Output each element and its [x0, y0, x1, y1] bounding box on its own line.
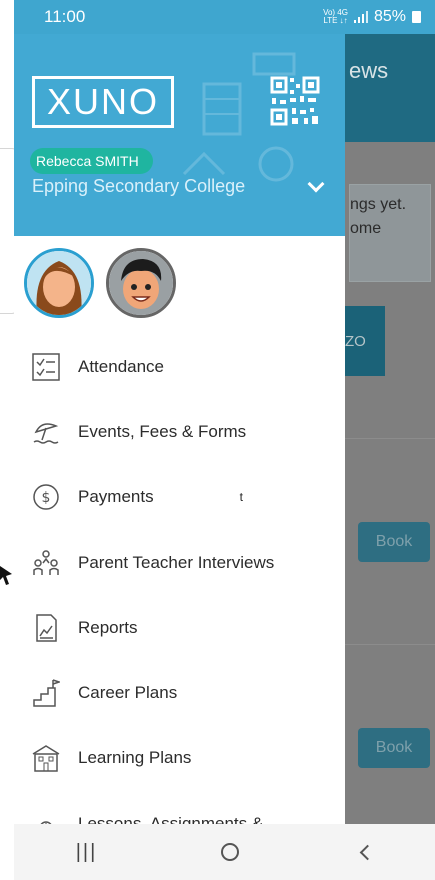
- navigation-drawer: XUNO Rebecca SMITH Epping Secondary Coll…: [14, 34, 345, 824]
- menu-label: Parent Teacher Interviews: [78, 552, 275, 572]
- student-avatar-girl[interactable]: [24, 248, 94, 318]
- menu-label: Attendance: [78, 356, 165, 376]
- school-selector[interactable]: Epping Secondary College: [32, 175, 332, 197]
- menu-item-payments[interactable]: $ Payments t: [14, 465, 345, 530]
- steps-flag-icon: [30, 677, 62, 709]
- drawer-menu: Attendance Events, Fees & Forms $ Paymen…: [14, 334, 345, 824]
- student-avatar-boy[interactable]: [106, 248, 176, 318]
- qr-code-icon[interactable]: [270, 76, 320, 126]
- signal-icon: [353, 11, 368, 23]
- menu-item-learning-plans[interactable]: Learning Plans: [14, 726, 345, 791]
- chevron-down-icon: [307, 175, 325, 192]
- background-button: ZO: [345, 306, 385, 376]
- people-group-icon: [30, 547, 62, 579]
- school-building-icon: [30, 742, 62, 774]
- xuno-logo: XUNO: [32, 76, 174, 128]
- left-edge: [0, 0, 14, 880]
- menu-label: Career Plans: [78, 683, 178, 703]
- menu-item-reports[interactable]: Reports: [14, 595, 345, 660]
- background-card: ngs yet. ome: [349, 184, 431, 282]
- back-button[interactable]: [359, 844, 376, 860]
- battery-icon: [412, 11, 421, 23]
- background-book-button: Book: [358, 728, 430, 768]
- background-app-overlay[interactable]: ews ngs yet. ome ZO Book Book: [345, 34, 435, 824]
- menu-label: Events, Fees & Forms: [78, 421, 247, 441]
- menu-item-career-plans[interactable]: Career Plans: [14, 660, 345, 725]
- menu-label: Lessons, Assignments &: [78, 813, 264, 824]
- svg-text:$: $: [42, 490, 51, 506]
- status-time: 11:00: [44, 7, 86, 26]
- background-divider: [345, 644, 435, 645]
- background-header: ews: [345, 34, 435, 142]
- background-book-button: Book: [358, 522, 430, 562]
- recent-apps-button[interactable]: |||: [76, 841, 98, 864]
- menu-item-parent-teacher-interviews[interactable]: Parent Teacher Interviews: [14, 530, 345, 595]
- school-name: Epping Secondary College: [32, 176, 246, 196]
- menu-item-events-fees-forms[interactable]: Events, Fees & Forms: [14, 399, 345, 464]
- dollar-coin-icon: $: [30, 481, 62, 513]
- home-button[interactable]: [220, 843, 239, 861]
- events-umbrella-icon: [30, 416, 62, 448]
- menu-item-lessons-assignments[interactable]: Lessons, Assignments &: [14, 791, 345, 824]
- menu-label: Learning Plans: [78, 748, 192, 768]
- status-bar: 11:00 Vo) 4G LTE ↓↑ 85%: [14, 0, 435, 34]
- menu-label: Payments: [78, 487, 154, 507]
- report-chart-icon: [30, 612, 62, 644]
- background-divider: [345, 438, 435, 439]
- user-name: Rebecca SMITH: [36, 153, 139, 169]
- cursor-arrow-icon: [0, 566, 12, 585]
- menu-label: Reports: [78, 617, 138, 637]
- user-name-highlight: Rebecca SMITH: [30, 148, 153, 174]
- battery-percent: 85%: [373, 8, 406, 25]
- girl-avatar-icon: [27, 251, 91, 315]
- overlay-text: t: [239, 490, 243, 505]
- status-icons: Vo) 4G LTE ↓↑ 85%: [323, 8, 421, 26]
- drawer-header: XUNO Rebecca SMITH Epping Secondary Coll…: [14, 34, 345, 236]
- system-nav-bar: |||: [14, 824, 435, 880]
- network-icon: Vo) 4G LTE ↓↑: [323, 8, 348, 25]
- student-avatars: [24, 248, 176, 318]
- lesson-icon: [30, 808, 62, 824]
- menu-item-attendance[interactable]: Attendance: [14, 334, 345, 399]
- boy-avatar-icon: [109, 251, 173, 315]
- attendance-checklist-icon: [30, 351, 62, 383]
